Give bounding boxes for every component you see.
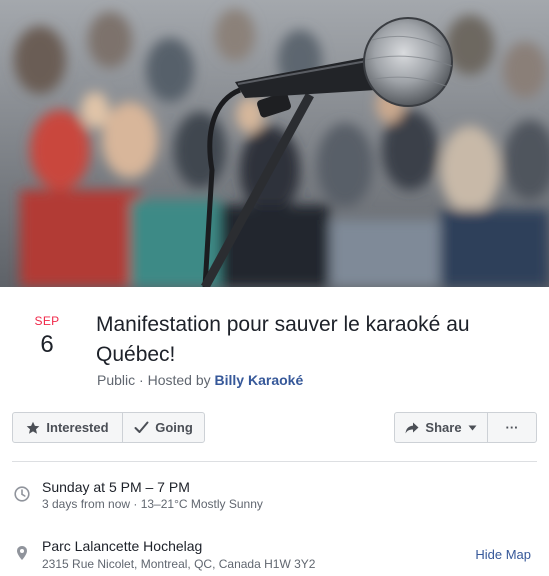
event-location[interactable]: Parc Lalancette Hochelag bbox=[42, 538, 202, 554]
going-button[interactable]: Going bbox=[122, 413, 204, 442]
share-arrow-icon bbox=[405, 422, 419, 433]
share-button[interactable]: Share bbox=[395, 413, 487, 442]
event-date: SEP 6 bbox=[24, 314, 70, 359]
hide-map-link[interactable]: Hide Map bbox=[475, 547, 531, 562]
caret-down-icon bbox=[468, 425, 477, 430]
event-time-details: 3 days from now · 13–21°C Mostly Sunny bbox=[42, 497, 263, 511]
interested-label: Interested bbox=[46, 420, 109, 435]
more-options-label: ··· bbox=[505, 420, 519, 435]
event-time[interactable]: Sunday at 5 PM – 7 PM bbox=[42, 479, 190, 495]
rsvp-button-group: Interested Going bbox=[12, 412, 205, 443]
event-privacy: Public bbox=[97, 372, 136, 388]
event-date-month: SEP bbox=[34, 314, 60, 328]
event-title: Manifestation pour sauver le karaoké au … bbox=[96, 313, 470, 366]
going-label: Going bbox=[155, 420, 193, 435]
interested-button[interactable]: Interested bbox=[13, 413, 122, 442]
star-icon bbox=[27, 421, 40, 434]
event-date-day: 6 bbox=[40, 331, 54, 358]
cover-photo bbox=[0, 0, 549, 287]
share-label: Share bbox=[425, 420, 462, 435]
host-link[interactable]: Billy Karaoké bbox=[215, 372, 304, 388]
section-divider bbox=[12, 461, 537, 462]
hosted-by-prefix: · Hosted by bbox=[135, 372, 215, 388]
map-pin-icon bbox=[17, 546, 27, 560]
cover-photo-illustration bbox=[0, 0, 549, 287]
event-address: 2315 Rue Nicolet, Montreal, QC, Canada H… bbox=[42, 557, 316, 571]
clock-icon bbox=[14, 486, 30, 502]
checkmark-icon bbox=[134, 421, 149, 433]
event-subline: Public · Hosted by Billy Karaoké bbox=[97, 372, 303, 388]
more-options-button[interactable]: ··· bbox=[487, 413, 536, 442]
share-button-group: Share ··· bbox=[394, 412, 537, 443]
